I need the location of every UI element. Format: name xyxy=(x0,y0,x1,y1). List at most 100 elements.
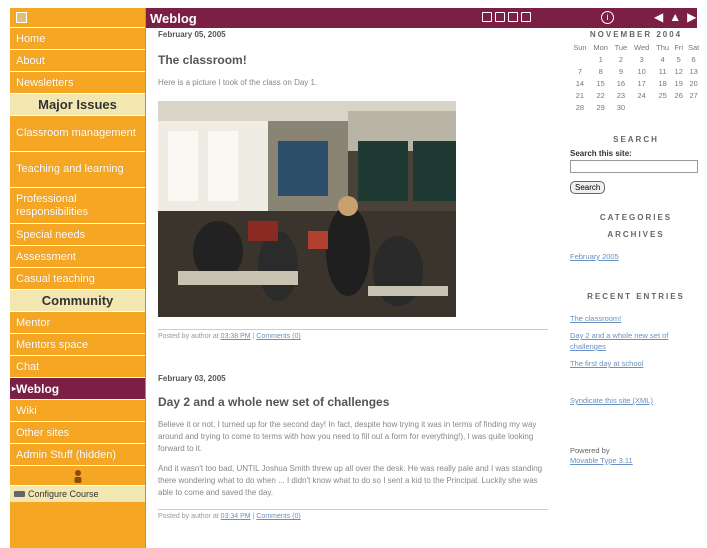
link-icon[interactable] xyxy=(508,12,518,22)
sidebar-item-newsletters[interactable]: Newsletters xyxy=(10,72,145,94)
page-title: Weblog xyxy=(150,10,197,26)
classroom-photo-image xyxy=(158,101,456,317)
calendar-day: 7 xyxy=(577,66,582,76)
toolbar-icons xyxy=(482,12,531,22)
user-icon[interactable] xyxy=(73,469,83,483)
post: February 05, 2005 The classroom! Here is… xyxy=(158,30,550,340)
calendar-day: 15 xyxy=(596,78,605,88)
calendar-day: 25 xyxy=(658,90,667,100)
sidebar-item-weblog[interactable]: ▸ Weblog xyxy=(10,378,145,400)
search-heading: SEARCH xyxy=(613,135,659,144)
calendar-day-header: Sun Mon Tue Wed Thu Fri Sat xyxy=(570,41,702,53)
post-date: February 03, 2005 xyxy=(158,374,226,383)
calendar-day: 20 xyxy=(689,78,698,88)
calendar-day-name: Fri xyxy=(674,42,684,52)
categories-heading: CATEGORIES xyxy=(599,213,673,222)
calendar-day xyxy=(672,101,685,113)
sidebar-user xyxy=(10,466,145,486)
sidebar-item-special-needs[interactable]: Special needs xyxy=(10,224,145,246)
calendar-day xyxy=(630,101,653,113)
next-arrow-icon[interactable]: ▶ xyxy=(687,10,696,24)
sidebar-item-classroom-management[interactable]: Classroom management xyxy=(10,116,145,152)
footer-separator: | xyxy=(252,513,255,520)
post-date: February 05, 2005 xyxy=(158,30,226,39)
calendar-day: 8 xyxy=(598,66,603,76)
calendar-day: 6 xyxy=(691,54,696,64)
search-label: Search this site: xyxy=(570,149,632,158)
post-footer: Posted by author at 03:34 PM | Comments … xyxy=(158,509,548,520)
sidebar-item-teaching-learning[interactable]: Teaching and learning xyxy=(10,152,145,188)
page-icon[interactable] xyxy=(495,12,505,22)
calendar-day: 27 xyxy=(689,90,698,100)
post-title: The classroom! xyxy=(158,53,247,67)
calendar-day: 29 xyxy=(596,102,605,112)
sidebar-item-professional-responsibilities[interactable]: Professional responsibilities xyxy=(10,188,145,224)
right-column: NOVEMBER 2004 Sun Mon Tue Wed Thu Fri Sa… xyxy=(570,30,702,466)
powered-by-label: Powered by xyxy=(570,446,610,455)
recent-entry-link[interactable]: Day 2 and a whole new set of challenges xyxy=(570,330,702,352)
sidebar-item-assessment[interactable]: Assessment xyxy=(10,246,145,268)
footer-separator: | xyxy=(252,333,255,340)
sidebar-item-other-sites[interactable]: Other sites xyxy=(10,422,145,444)
calendar-day: 10 xyxy=(637,66,646,76)
comments-link[interactable]: Comments (0) xyxy=(256,333,300,340)
previous-arrow-icon[interactable]: ◀ xyxy=(654,10,663,24)
calendar-day: 1 xyxy=(598,54,603,64)
recent-entries-heading: RECENT ENTRIES xyxy=(587,292,685,301)
top-bar: Weblog i ◀ ▲ ▶ xyxy=(146,8,697,28)
calendar-day: 13 xyxy=(689,66,698,76)
post-permalink[interactable]: 03:38 PM xyxy=(221,333,251,340)
calendar-day: 17 xyxy=(637,78,646,88)
configure-label: Configure Course xyxy=(28,489,99,499)
page-navigation: ◀ ▲ ▶ xyxy=(654,10,696,24)
sidebar-item-wiki[interactable]: Wiki xyxy=(10,400,145,422)
sidebar-header xyxy=(10,8,145,28)
post-paragraph: Believe it or not, I turned up for the s… xyxy=(158,420,537,453)
sidebar-item-home[interactable]: Home xyxy=(10,28,145,50)
search-button[interactable]: Search xyxy=(570,181,606,194)
calendar-day: 3 xyxy=(639,54,644,64)
edit-icon[interactable] xyxy=(482,12,492,22)
recent-entry-link[interactable]: The first day at school xyxy=(570,358,702,369)
sidebar-heading-community: Community xyxy=(10,290,145,312)
sidebar-item-about[interactable]: About xyxy=(10,50,145,72)
course-icon[interactable] xyxy=(16,12,27,23)
print-icon[interactable] xyxy=(521,12,531,22)
calendar-day: 2 xyxy=(618,54,623,64)
up-arrow-icon[interactable]: ▲ xyxy=(669,10,681,24)
sidebar-item-admin-stuff[interactable]: Admin Stuff (hidden) xyxy=(10,444,145,466)
sidebar-item-mentors-space[interactable]: Mentors space xyxy=(10,334,145,356)
calendar-week: 14 15 16 17 18 19 20 xyxy=(570,77,702,89)
calendar-day: 4 xyxy=(660,54,665,64)
classroom-photo xyxy=(158,101,456,317)
post-author: Posted by author at xyxy=(158,333,219,340)
post-author: Posted by author at xyxy=(158,513,219,520)
sidebar-item-casual-teaching[interactable]: Casual teaching xyxy=(10,268,145,290)
calendar-week: 28 29 30 xyxy=(570,101,702,113)
calendar-day-name: Sat xyxy=(687,42,700,52)
powered-by-link[interactable]: Movable Type 3.11 xyxy=(570,455,702,466)
calendar-day-name: Mon xyxy=(593,42,608,52)
comments-link[interactable]: Comments (0) xyxy=(256,513,300,520)
post-permalink[interactable]: 03:34 PM xyxy=(221,513,251,520)
sidebar-item-mentor[interactable]: Mentor xyxy=(10,312,145,334)
archive-link[interactable]: February 2005 xyxy=(570,251,702,262)
calendar-day: 19 xyxy=(674,78,683,88)
info-icon[interactable]: i xyxy=(601,11,614,24)
configure-course-button[interactable]: Configure Course xyxy=(10,486,145,502)
calendar-day-name: Tue xyxy=(614,42,628,52)
calendar-day-name: Sun xyxy=(573,42,587,52)
calendar-day: 12 xyxy=(674,66,683,76)
recent-entry-link[interactable]: The classroom! xyxy=(570,313,702,324)
calendar-week: 7 8 9 10 11 12 13 xyxy=(570,65,702,77)
calendar-day: 23 xyxy=(616,90,626,100)
main-content: February 05, 2005 The classroom! Here is… xyxy=(158,30,550,520)
calendar-day xyxy=(685,101,702,113)
sidebar-item-label: Weblog xyxy=(16,381,60,396)
sidebar-item-chat[interactable]: Chat xyxy=(10,356,145,378)
post: February 03, 2005 Day 2 and a whole new … xyxy=(158,374,550,520)
syndicate-link[interactable]: Syndicate this site (XML) xyxy=(570,395,702,406)
calendar-week: 21 22 23 24 25 26 27 xyxy=(570,89,702,101)
archives-heading: ARCHIVES xyxy=(607,230,665,239)
search-input[interactable] xyxy=(570,160,698,173)
